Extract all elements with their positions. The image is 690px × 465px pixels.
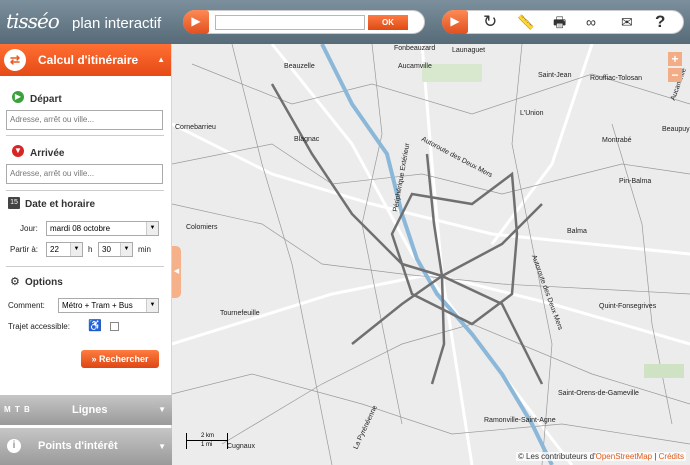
chevron-down-icon: ▼ <box>158 405 166 414</box>
start-pin-icon: ▶ <box>12 91 24 103</box>
minute-select[interactable]: 30 ▼ <box>98 242 133 257</box>
map-town-label: Ramonville-Saint-Agne <box>484 417 556 424</box>
mode-value: Métro + Tram + Bus <box>62 301 133 310</box>
map-town-label: Cugnaux <box>227 443 256 450</box>
collapse-icon[interactable]: ▲ <box>157 44 165 76</box>
map-town-label: Blagnac <box>294 136 320 143</box>
partir-label: Partir à: <box>10 245 39 254</box>
divider <box>6 135 164 136</box>
hour-select[interactable]: 22 ▼ <box>46 242 83 257</box>
map-canvas[interactable]: Fonbeauzard Launaguet Beauzelle Aucamvil… <box>172 44 690 465</box>
map-attribution: © Les contributeurs d'OpenStreetMap | Cr… <box>515 452 686 461</box>
accessible-label: Trajet accessible: <box>8 322 70 331</box>
lignes-panel[interactable]: M T B Lignes ▼ <box>0 395 172 425</box>
transport-icons: M T B <box>4 405 31 414</box>
map-town-label: Colomiers <box>186 224 218 231</box>
jour-label: Jour: <box>20 224 38 233</box>
h-label: h <box>88 245 93 254</box>
accessible-checkbox[interactable] <box>110 322 119 331</box>
app-subtitle: plan interactif <box>72 15 162 32</box>
map-town-label: Montrabé <box>602 137 632 144</box>
arrivee-label: Arrivée <box>30 148 65 159</box>
gear-icon: ⚙ <box>10 276 20 288</box>
sidebar-toggle-handle[interactable]: ◀ <box>172 246 181 298</box>
link-icon[interactable]: ∞ <box>586 11 596 33</box>
attribution-text: © Les contributeurs d' <box>517 452 596 461</box>
divider <box>6 266 164 267</box>
map-town-label: Cornebarrieu <box>175 124 216 131</box>
info-icon: i <box>7 439 21 453</box>
map-town-label: Saint-Orens-de-Gameville <box>558 390 639 397</box>
ok-button[interactable]: OK <box>368 15 408 30</box>
print-icon[interactable]: 🖶 <box>553 11 566 33</box>
chevron-down-icon: ▼ <box>146 299 158 312</box>
mode-select[interactable]: Métro + Tram + Bus ▼ <box>58 298 159 313</box>
zoom-out-button[interactable]: − <box>668 68 682 82</box>
min-label: min <box>138 245 151 254</box>
search-button[interactable]: » Rechercher <box>81 350 159 368</box>
logo[interactable]: tisséo <box>6 9 60 33</box>
poi-panel[interactable]: i Points d'intérêt ▼ <box>0 428 172 465</box>
calendar-icon: 15 <box>8 197 20 209</box>
refresh-icon[interactable]: ↻ <box>483 11 497 33</box>
arrow-right-icon: ▶ <box>183 10 209 34</box>
itinerary-title: Calcul d'itinéraire <box>38 53 139 67</box>
scale-mi: 1 mi <box>201 442 213 448</box>
arrow-right-icon: ▶ <box>442 10 468 34</box>
map-town-label: Tournefeuille <box>220 310 260 317</box>
top-bar: tisséo plan interactif ▶ OK ▶ ↻ 📏 🖶 ∞ ✉ … <box>0 0 690 44</box>
attribution-sep: | <box>654 452 657 461</box>
depart-input[interactable]: Adresse, arrêt ou ville... <box>6 110 163 130</box>
map-roads <box>172 44 690 465</box>
options-label: Options <box>25 277 63 288</box>
map-town-label: Pin-Balma <box>619 178 652 185</box>
route-icon: ⇄ <box>4 49 26 71</box>
minute-value: 30 <box>102 245 111 254</box>
map-town-label: Balma <box>567 228 587 235</box>
comment-label: Comment: <box>8 301 45 310</box>
map-town-label: Beaupuy <box>662 126 690 133</box>
scale-km: 2 km <box>201 433 215 439</box>
arrivee-input[interactable]: Adresse, arrêt ou ville... <box>6 164 163 184</box>
map-scale: 2 km 1 mi <box>186 433 228 449</box>
map-town-label: Beauzelle <box>284 63 315 70</box>
zoom-in-button[interactable]: + <box>668 52 682 66</box>
measure-icon[interactable]: 📏 <box>517 11 534 33</box>
toolbar: ▶ ↻ 📏 🖶 ∞ ✉ ? <box>442 10 684 34</box>
itinerary-header[interactable]: ⇄ Calcul d'itinéraire ▲ <box>0 44 171 76</box>
day-select[interactable]: mardi 08 octobre ▼ <box>46 221 159 236</box>
chevron-down-icon: ▼ <box>120 243 132 256</box>
map-town-label: Quint-Fonsegrives <box>599 303 657 310</box>
help-icon[interactable]: ? <box>655 11 665 33</box>
map-town-label: Rouffiac-Tolosan <box>590 75 643 82</box>
chevron-down-icon: ▼ <box>146 222 158 235</box>
sidebar: ⇄ Calcul d'itinéraire ▲ ▶ Départ Adresse… <box>0 44 172 465</box>
map-town-label: Aucamville <box>398 63 432 70</box>
map-town-label: Fonbeauzard <box>394 45 436 52</box>
search-input[interactable] <box>215 15 365 30</box>
scale-line <box>187 440 227 441</box>
map-town-label: Saint-Jean <box>538 72 572 79</box>
map-town-label: Launaguet <box>452 47 486 54</box>
credits-link[interactable]: Crédits <box>659 452 684 461</box>
day-value: mardi 08 octobre <box>50 224 111 233</box>
depart-label: Départ <box>30 94 62 105</box>
wheelchair-icon: ♿ <box>88 320 102 332</box>
openstreetmap-link[interactable]: OpenStreetMap <box>596 452 652 461</box>
lignes-label: Lignes <box>72 404 108 416</box>
end-pin-icon: ▼ <box>12 145 24 157</box>
chevron-down-icon: ▼ <box>70 243 82 256</box>
poi-label: Points d'intérêt <box>38 440 118 452</box>
chevron-down-icon: ▼ <box>158 442 166 451</box>
divider <box>6 190 164 191</box>
search-bar: ▶ OK <box>183 10 425 34</box>
mail-icon[interactable]: ✉ <box>621 11 633 33</box>
date-label: Date et horaire <box>25 199 96 210</box>
hour-value: 22 <box>50 245 59 254</box>
map-town-label: L'Union <box>520 110 544 117</box>
